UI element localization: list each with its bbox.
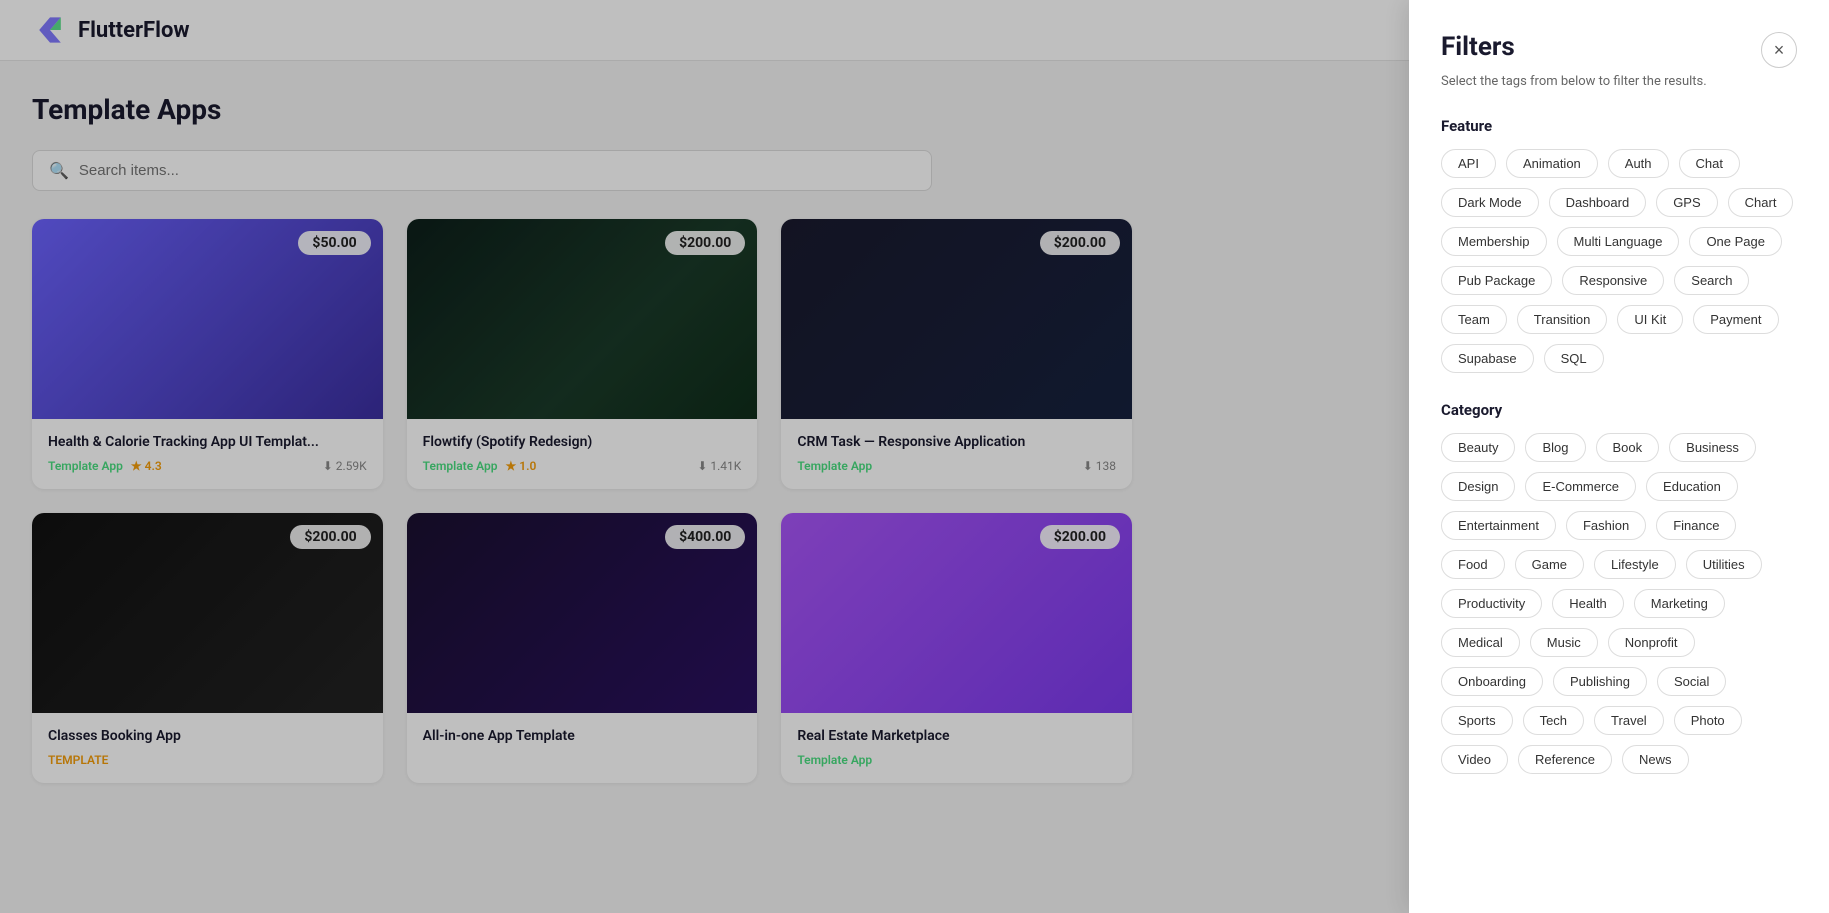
filter-header: Filters × [1441, 32, 1797, 68]
feature-tag-responsive[interactable]: Responsive [1562, 266, 1664, 295]
category-tag-blog[interactable]: Blog [1525, 433, 1585, 462]
category-section-title: Category [1441, 401, 1797, 419]
feature-tag-team[interactable]: Team [1441, 305, 1507, 334]
category-tag-reference[interactable]: Reference [1518, 745, 1612, 774]
feature-tag-search[interactable]: Search [1674, 266, 1749, 295]
category-tag-entertainment[interactable]: Entertainment [1441, 511, 1556, 540]
category-tag-game[interactable]: Game [1515, 550, 1584, 579]
category-tag-book[interactable]: Book [1596, 433, 1660, 462]
category-tag-productivity[interactable]: Productivity [1441, 589, 1542, 618]
category-tag-beauty[interactable]: Beauty [1441, 433, 1515, 462]
filter-subtitle: Select the tags from below to filter the… [1441, 74, 1797, 89]
feature-tag-supabase[interactable]: Supabase [1441, 344, 1534, 373]
feature-tag-dashboard[interactable]: Dashboard [1549, 188, 1647, 217]
feature-tag-auth[interactable]: Auth [1608, 149, 1669, 178]
category-tag-onboarding[interactable]: Onboarding [1441, 667, 1543, 696]
feature-tag-ui-kit[interactable]: UI Kit [1617, 305, 1683, 334]
feature-tag-chat[interactable]: Chat [1679, 149, 1740, 178]
feature-tag-dark-mode[interactable]: Dark Mode [1441, 188, 1539, 217]
category-tag-e-commerce[interactable]: E-Commerce [1525, 472, 1636, 501]
feature-tags-group: API Animation Auth Chat Dark Mode Dashboard GP… [1441, 149, 1797, 373]
feature-tag-multi-language[interactable]: Multi Language [1557, 227, 1680, 256]
feature-tag-gps[interactable]: GPS [1656, 188, 1717, 217]
feature-tag-one-page[interactable]: One Page [1689, 227, 1782, 256]
category-tag-design[interactable]: Design [1441, 472, 1515, 501]
feature-tag-chart[interactable]: Chart [1728, 188, 1794, 217]
feature-section-title: Feature [1441, 117, 1797, 135]
filter-title: Filters [1441, 32, 1515, 62]
feature-tag-transition[interactable]: Transition [1517, 305, 1608, 334]
category-tag-finance[interactable]: Finance [1656, 511, 1736, 540]
category-tag-music[interactable]: Music [1530, 628, 1598, 657]
category-tag-food[interactable]: Food [1441, 550, 1505, 579]
feature-tag-api[interactable]: API [1441, 149, 1496, 178]
category-tag-nonprofit[interactable]: Nonprofit [1608, 628, 1695, 657]
category-tag-publishing[interactable]: Publishing [1553, 667, 1647, 696]
filter-panel: Filters × Select the tags from below to … [1409, 0, 1829, 913]
category-tag-photo[interactable]: Photo [1674, 706, 1742, 735]
category-tag-fashion[interactable]: Fashion [1566, 511, 1646, 540]
category-tag-tech[interactable]: Tech [1523, 706, 1584, 735]
feature-tag-pub-package[interactable]: Pub Package [1441, 266, 1552, 295]
category-tag-utilities[interactable]: Utilities [1686, 550, 1762, 579]
category-tag-video[interactable]: Video [1441, 745, 1508, 774]
category-tag-health[interactable]: Health [1552, 589, 1624, 618]
feature-tag-animation[interactable]: Animation [1506, 149, 1598, 178]
category-tag-medical[interactable]: Medical [1441, 628, 1520, 657]
category-tag-marketing[interactable]: Marketing [1634, 589, 1725, 618]
category-tag-travel[interactable]: Travel [1594, 706, 1664, 735]
category-tags-group: Beauty Blog Book Business Design E-Commerce Ed… [1441, 433, 1797, 774]
category-tag-education[interactable]: Education [1646, 472, 1738, 501]
category-tag-lifestyle[interactable]: Lifestyle [1594, 550, 1676, 579]
category-tag-sports[interactable]: Sports [1441, 706, 1513, 735]
filter-close-button[interactable]: × [1761, 32, 1797, 68]
feature-tag-sql[interactable]: SQL [1544, 344, 1604, 373]
category-tag-social[interactable]: Social [1657, 667, 1726, 696]
feature-tag-payment[interactable]: Payment [1693, 305, 1778, 334]
category-tag-business[interactable]: Business [1669, 433, 1756, 462]
category-tag-news[interactable]: News [1622, 745, 1689, 774]
feature-tag-membership[interactable]: Membership [1441, 227, 1547, 256]
